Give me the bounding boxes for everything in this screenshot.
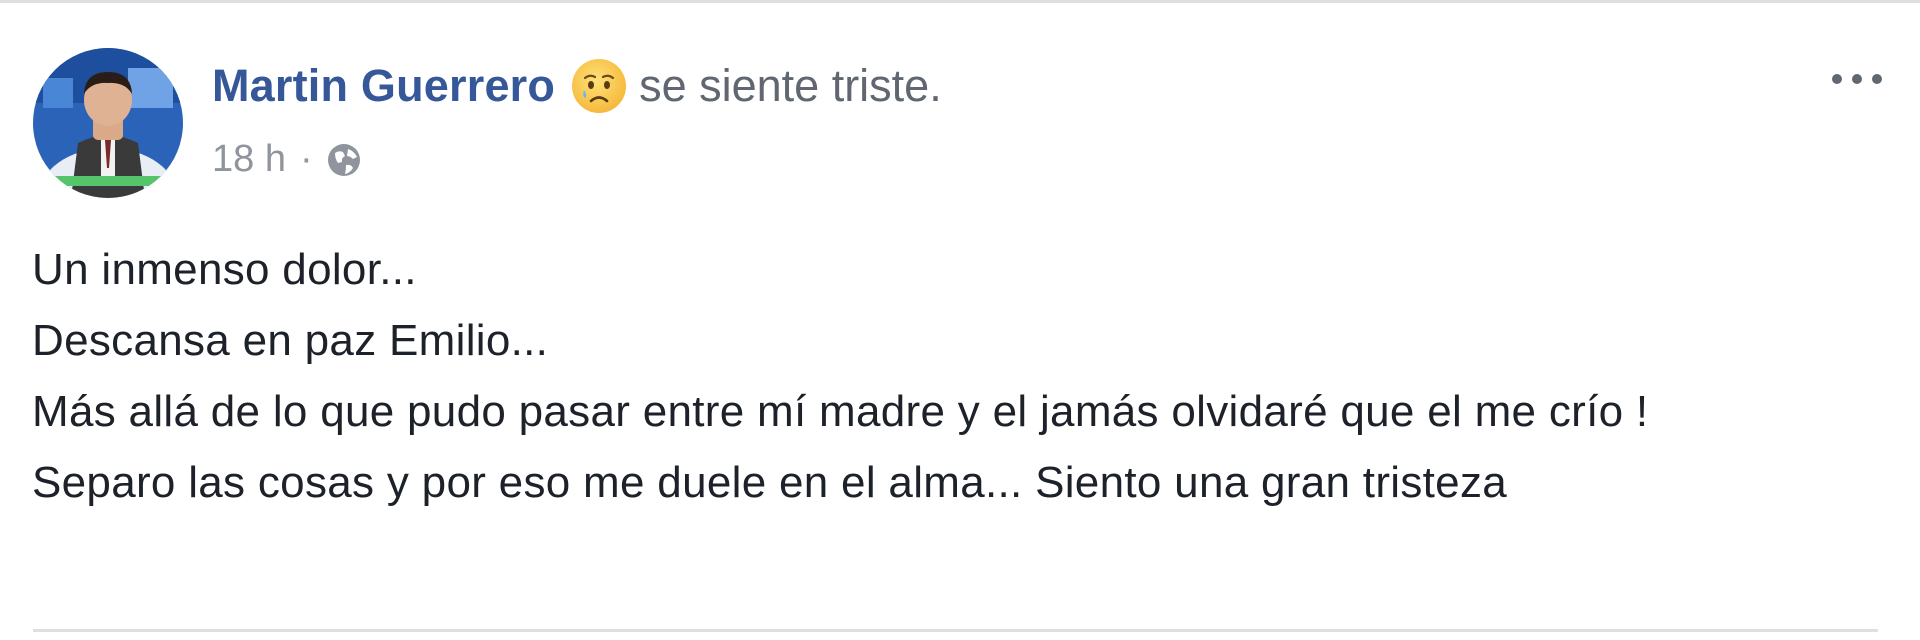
post-timestamp[interactable]: 18 h [212,138,286,181]
post-body: Un inmenso dolor... Descansa en paz Emil… [32,234,1832,518]
author-avatar[interactable] [33,48,183,198]
post-text-line: Descansa en paz Emilio... [32,316,549,365]
post-text-line: Separo las cosas y por eso me duele en e… [32,458,1508,507]
post-text-line: Más allá de lo que pudo pasar entre mí m… [32,387,1649,436]
feed-post: Martin Guerrero se siente triste. 18 h ·… [0,0,1920,640]
sad-face-emoji-icon [569,56,629,116]
meta-separator: · [299,137,313,180]
avatar-photo [33,48,183,198]
post-divider [33,629,1878,632]
feeling-text: se siente triste. [639,60,942,111]
author-name-link[interactable]: Martin Guerrero [212,60,555,112]
more-options-button[interactable] [1826,66,1888,96]
globe-icon[interactable] [325,141,363,179]
author-line: Martin Guerrero se siente triste. [212,56,942,116]
post-meta: 18 h · [212,134,363,184]
more-options-icon [1831,72,1883,90]
post-text-line: Un inmenso dolor... [32,245,417,294]
